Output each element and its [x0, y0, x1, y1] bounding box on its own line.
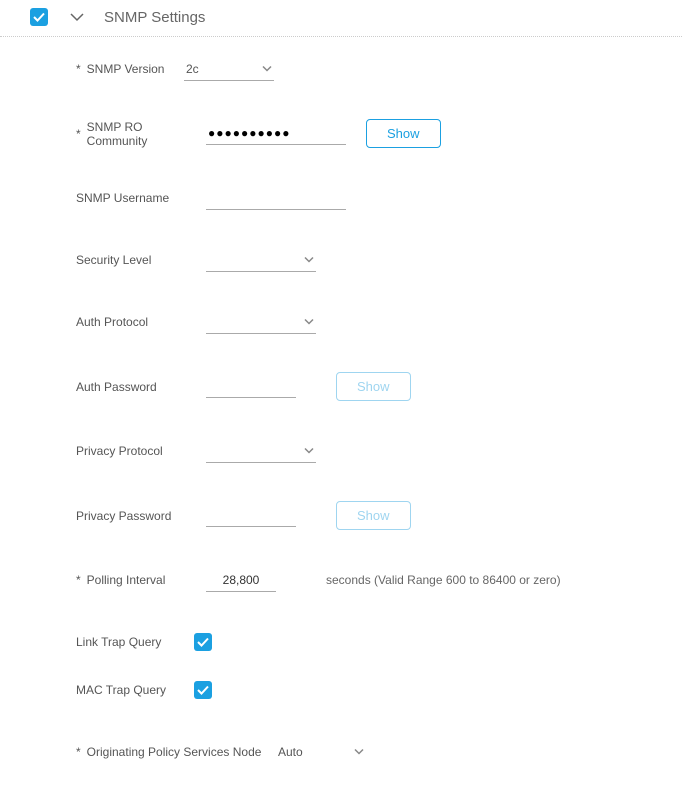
select-auth-protocol[interactable] — [206, 311, 316, 334]
checkbox-mac-trap-query[interactable] — [194, 681, 212, 699]
polling-helper-text: seconds (Valid Range 600 to 86400 or zer… — [326, 573, 561, 587]
field-snmp-version: * SNMP Version 2c — [76, 57, 682, 81]
checkbox-link-trap-query[interactable] — [194, 633, 212, 651]
field-privacy-protocol: Privacy Protocol — [76, 439, 682, 463]
input-snmp-username[interactable] — [206, 187, 346, 210]
select-orig-policy-node[interactable]: Auto — [276, 741, 366, 763]
field-auth-password: Auth Password Show — [76, 372, 682, 401]
field-privacy-password: Privacy Password Show — [76, 501, 682, 530]
field-auth-protocol: Auth Protocol — [76, 310, 682, 334]
input-privacy-password[interactable] — [206, 504, 296, 527]
input-snmp-ro-community[interactable]: ●●●●●●●●●● — [206, 122, 346, 145]
check-icon — [197, 636, 209, 648]
label-snmp-username: SNMP Username — [76, 191, 206, 205]
select-security-level[interactable] — [206, 249, 316, 272]
label-polling-interval: * Polling Interval — [76, 573, 206, 587]
form-area: * SNMP Version 2c * SNMP RO Community ●●… — [0, 37, 682, 812]
field-snmp-ro-community: * SNMP RO Community ●●●●●●●●●● Show — [76, 119, 682, 148]
label-link-trap-query: Link Trap Query — [76, 635, 184, 649]
select-snmp-version[interactable]: 2c — [184, 58, 274, 81]
field-polling-interval: * Polling Interval seconds (Valid Range … — [76, 568, 682, 592]
section-title: SNMP Settings — [104, 9, 205, 26]
chevron-down-icon — [354, 745, 364, 759]
label-snmp-version: * SNMP Version — [76, 62, 184, 76]
check-icon — [33, 11, 45, 23]
label-privacy-password: Privacy Password — [76, 509, 206, 523]
field-snmp-username: SNMP Username — [76, 186, 682, 210]
collapse-chevron-icon[interactable] — [70, 12, 84, 22]
select-privacy-protocol[interactable] — [206, 440, 316, 463]
section-header: SNMP Settings — [0, 0, 682, 37]
label-auth-password: Auth Password — [76, 380, 206, 394]
chevron-down-icon — [304, 253, 314, 267]
label-security-level: Security Level — [76, 253, 206, 267]
label-snmp-ro-community: * SNMP RO Community — [76, 120, 206, 148]
show-auth-password-button[interactable]: Show — [336, 372, 411, 401]
label-auth-protocol: Auth Protocol — [76, 315, 206, 329]
label-orig-policy-node: * Originating Policy Services Node — [76, 745, 276, 759]
check-icon — [197, 684, 209, 696]
field-mac-trap-query: MAC Trap Query — [76, 678, 682, 702]
field-link-trap-query: Link Trap Query — [76, 630, 682, 654]
chevron-down-icon — [304, 444, 314, 458]
label-privacy-protocol: Privacy Protocol — [76, 444, 206, 458]
input-auth-password[interactable] — [206, 375, 296, 398]
input-polling-interval[interactable] — [206, 569, 276, 592]
chevron-down-icon — [304, 315, 314, 329]
chevron-down-icon — [262, 62, 272, 76]
show-ro-community-button[interactable]: Show — [366, 119, 441, 148]
show-privacy-password-button[interactable]: Show — [336, 501, 411, 530]
field-security-level: Security Level — [76, 248, 682, 272]
section-enable-checkbox[interactable] — [30, 8, 48, 26]
field-orig-policy-node: * Originating Policy Services Node Auto — [76, 740, 682, 764]
